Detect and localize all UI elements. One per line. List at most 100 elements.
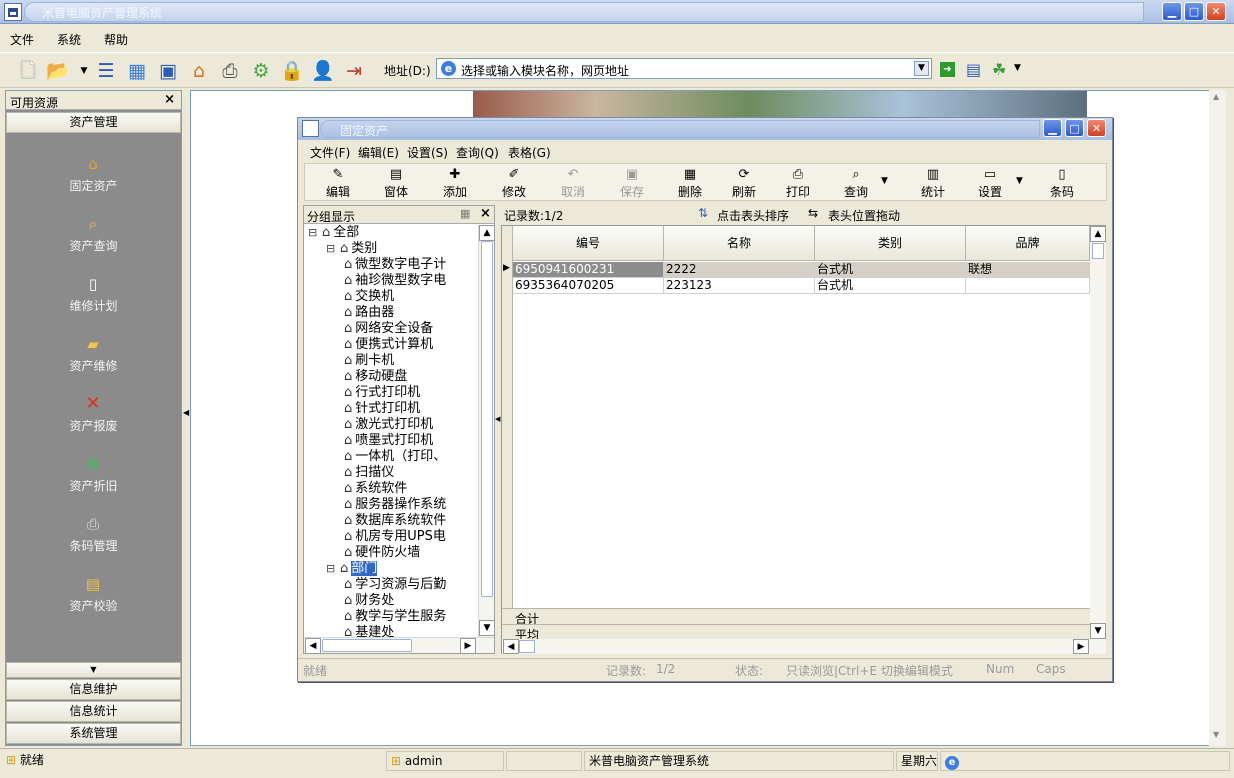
main-vertical-scrollbar[interactable]: ▲ ▼	[1209, 90, 1226, 746]
child-menu-query[interactable]: 查询(Q)	[456, 144, 499, 161]
menu-help[interactable]: 帮助	[104, 31, 128, 48]
user-icon[interactable]: 👤	[311, 59, 335, 83]
tree-node[interactable]: ⌂ 移动硬盘	[344, 369, 407, 385]
grid-hscroll-thumb[interactable]	[519, 640, 535, 653]
cell-type[interactable]: 台式机	[815, 278, 966, 294]
grid-scroll-down-icon[interactable]: ▼	[1090, 623, 1106, 639]
query-dropdown-icon[interactable]: ▼	[881, 176, 888, 186]
column-header-brand[interactable]: 品牌	[966, 226, 1090, 261]
tree-node[interactable]: ⌂ 激光式打印机	[344, 417, 433, 433]
tree-scroll-down-icon[interactable]: ▼	[479, 620, 495, 636]
grid-vertical-scrollbar[interactable]: ▲ ▼	[1090, 226, 1106, 639]
toolbar-button-10[interactable]: ▥ 统计	[910, 166, 956, 200]
tree-node[interactable]: ⌂ 机房专用UPS电	[344, 529, 446, 545]
column-header-id[interactable]: 编号	[513, 226, 664, 261]
collapse-arrow-icon[interactable]: ◀	[183, 408, 189, 417]
tree-node[interactable]: ⌂ 袖珍微型数字电	[344, 273, 446, 289]
tree-toggle-icon[interactable]: ⊟	[308, 225, 322, 241]
child-menu-file[interactable]: 文件(F)	[310, 144, 350, 161]
child-maximize-button[interactable]: □	[1065, 119, 1084, 137]
tree-node[interactable]: ⊟ ⌂ 类别	[326, 241, 377, 257]
section-asset-management[interactable]: 资产管理	[6, 112, 181, 133]
sidebar-item-asset-scrap[interactable]: ✕ 资产报废	[6, 395, 181, 451]
exit-icon[interactable]: ⇥	[342, 59, 366, 83]
tree-node[interactable]: ⌂ 学习资源与后勤	[344, 577, 446, 593]
tree-node[interactable]: ⌂ 便携式计算机	[344, 337, 433, 353]
menu-file[interactable]: 文件	[10, 31, 34, 48]
tree-node[interactable]: ⊟ ⌂ 部门	[326, 561, 378, 577]
sidebar-item-barcode[interactable]: ⎙ 条码管理	[6, 515, 181, 571]
cell-brand[interactable]	[966, 278, 1090, 294]
tools-icon[interactable]: ⚙	[249, 59, 273, 83]
tree-horizontal-scrollbar[interactable]: ◀ ▶	[304, 637, 494, 654]
toolbar-button-4[interactable]: ↶ 取消	[550, 166, 596, 200]
sidebar-item-verification[interactable]: ▤ 资产校验	[6, 575, 181, 631]
tree-node[interactable]: ⌂ 微型数字电子计	[344, 257, 446, 273]
toolbar-button-11[interactable]: ▭ 设置	[967, 166, 1013, 200]
tree-node[interactable]: ⌂ 路由器	[344, 305, 394, 321]
scroll-up-icon[interactable]: ▲	[1213, 92, 1219, 101]
new-document-icon[interactable]: 🗋	[16, 59, 40, 83]
tree-scroll-thumb[interactable]	[481, 241, 493, 597]
tree-hscroll-thumb[interactable]	[322, 639, 412, 652]
list-view-icon[interactable]: ☰	[94, 59, 118, 83]
open-dropdown-icon[interactable]: ▼	[72, 59, 96, 83]
address-dropdown-icon[interactable]: ▼	[914, 61, 929, 76]
modules-icon[interactable]: ▦	[125, 59, 149, 83]
tree-node[interactable]: ⌂ 针式打印机	[344, 401, 420, 417]
grid-horizontal-scrollbar[interactable]: ◀ ▶	[502, 639, 1106, 654]
section-system-management[interactable]: 系统管理	[6, 723, 181, 744]
column-header-name[interactable]: 名称	[664, 226, 815, 261]
tree-node[interactable]: ⌂ 喷墨式打印机	[344, 433, 433, 449]
tree-node[interactable]: ⌂ 财务处	[344, 593, 394, 609]
tree-node[interactable]: ⌂ 扫描仪	[344, 465, 394, 481]
maximize-button[interactable]: □	[1184, 2, 1204, 21]
group-panel-close-icon[interactable]: ×	[480, 206, 491, 221]
tree-node[interactable]: ⌂ 基建处	[344, 625, 394, 637]
minimize-button[interactable]: ▁	[1162, 2, 1182, 21]
section-info-maintenance[interactable]: 信息维护	[6, 679, 181, 700]
toolbar-button-12[interactable]: ▯ 条码	[1039, 166, 1085, 200]
cell-id[interactable]: 6950941600231	[513, 262, 664, 278]
grid-scroll-thumb[interactable]	[1092, 243, 1104, 259]
section-info-statistics[interactable]: 信息统计	[6, 701, 181, 722]
settings-dropdown-icon[interactable]: ▼	[1016, 176, 1023, 186]
tree-scroll-left-icon[interactable]: ◀	[305, 638, 321, 654]
tree-node[interactable]: ⊟ ⌂ 全部	[308, 225, 359, 241]
lock-icon[interactable]: 🔒	[280, 59, 304, 83]
grid-scroll-right-icon[interactable]: ▶	[1073, 639, 1089, 654]
toolbar-button-6[interactable]: ▦ 删除	[667, 166, 713, 200]
sidebar-expand-icon[interactable]: ▼	[6, 662, 181, 678]
go-icon[interactable]: ➔	[940, 62, 955, 77]
menu-system[interactable]: 系统	[57, 31, 81, 48]
tree-node[interactable]: ⌂ 硬件防火墙	[344, 545, 420, 561]
column-header-type[interactable]: 类别	[815, 226, 966, 261]
sidebar-item-asset-query[interactable]: ⌕ 资产查询	[6, 215, 181, 271]
tree-node[interactable]: ⌂ 服务器操作系统	[344, 497, 446, 513]
cell-name[interactable]: 2222	[664, 262, 815, 278]
toolbar-button-2[interactable]: ✚ 添加	[432, 166, 478, 200]
app-icon[interactable]	[4, 3, 22, 21]
tree-vertical-scrollbar[interactable]: ▲ ▼	[478, 225, 495, 637]
sidebar-item-fixed-assets[interactable]: ⌂ 固定资产	[6, 155, 181, 211]
toolbar-button-0[interactable]: ✎ 编辑	[315, 166, 361, 200]
print-icon[interactable]: ⎙	[218, 59, 242, 83]
open-folder-icon[interactable]: 📂	[46, 59, 70, 83]
sidebar-item-depreciation[interactable]: ♻ 资产折旧	[6, 455, 181, 511]
child-menu-edit[interactable]: 编辑(E)	[358, 144, 399, 161]
tree-node[interactable]: ⌂ 刷卡机	[344, 353, 394, 369]
tree-toggle-icon[interactable]: ⊟	[326, 241, 340, 257]
child-close-button[interactable]: ✕	[1087, 119, 1106, 137]
tree-node[interactable]: ⌂ 一体机（打印、	[344, 449, 446, 465]
favorites-dropdown-icon[interactable]: ▼	[1014, 63, 1021, 73]
tree-node[interactable]: ⌂ 行式打印机	[344, 385, 420, 401]
tree-node[interactable]: ⌂ 数据库系统软件	[344, 513, 446, 529]
sidebar-splitter[interactable]: ◀	[182, 90, 190, 746]
tree-toggle-icon[interactable]: ⊟	[326, 561, 340, 577]
tree-scroll-up-icon[interactable]: ▲	[479, 225, 495, 241]
cell-name[interactable]: 223123	[664, 278, 815, 294]
sidebar-item-asset-repair[interactable]: ▰ 资产维修	[6, 335, 181, 391]
grid-scroll-left-icon[interactable]: ◀	[503, 639, 519, 654]
splitter-arrow-icon[interactable]: ◀	[495, 415, 500, 423]
save-page-icon[interactable]: ▤	[966, 60, 981, 79]
